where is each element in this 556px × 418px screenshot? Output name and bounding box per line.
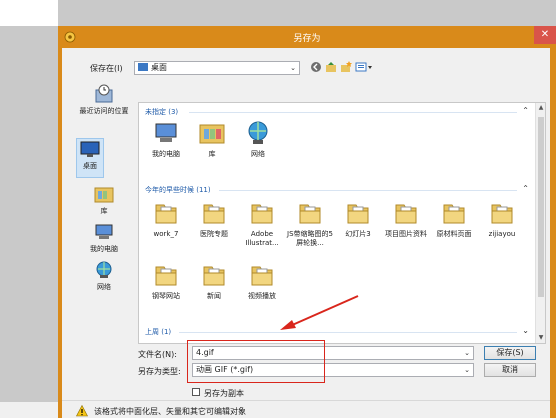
scroll-down-icon[interactable]: ▼	[536, 333, 545, 343]
save-as-dialog: 另存为 ✕ 保存在(I) 桌面 ⌄ 最近访问的位置 桌面 库 我的电脑 网络 未…	[58, 26, 556, 418]
group-header-this-year[interactable]: 今年的早些时候 (11) ⌃	[145, 184, 529, 195]
list-item[interactable]: JS带缩略图的5屏轮换...	[287, 199, 333, 248]
chevron-down-icon[interactable]: ⌄	[464, 347, 470, 359]
save-copy-label: 另存为副本	[204, 389, 244, 398]
folder-icon	[296, 199, 324, 227]
item-label: 医院专题	[200, 230, 228, 238]
group-divider	[189, 112, 517, 113]
warning-icon	[76, 405, 88, 417]
item-label: zijiayou	[488, 230, 516, 238]
list-item[interactable]: 原材料页面	[431, 199, 477, 239]
title-bar[interactable]: 另存为 ✕	[58, 26, 556, 48]
list-item[interactable]: 我的电脑	[143, 119, 189, 159]
place-label: 我的电脑	[90, 245, 118, 253]
filename-label: 文件名(N):	[138, 350, 177, 359]
list-item[interactable]: 钢琴网站	[143, 261, 189, 301]
vertical-scrollbar[interactable]: ▲ ▼	[535, 103, 545, 343]
place-label: 库	[100, 207, 108, 215]
item-label: 网络	[251, 150, 265, 158]
library-icon	[198, 119, 226, 147]
close-button[interactable]: ✕	[534, 26, 556, 44]
network-icon	[244, 119, 272, 147]
chevron-up-icon[interactable]: ⌃	[522, 184, 529, 193]
item-label: 原材料页面	[436, 230, 472, 238]
chevron-down-icon: ⌄	[290, 64, 296, 72]
save-copy-checkbox[interactable]	[192, 388, 200, 396]
group-header-label: 今年的早些时候 (11)	[145, 186, 211, 194]
place-network[interactable]: 网络	[74, 260, 134, 294]
list-item[interactable]: 库	[189, 119, 235, 159]
annotation-arrow	[280, 295, 359, 330]
list-item[interactable]: Adobe Illustrat...	[239, 199, 285, 248]
computer-icon	[93, 222, 115, 242]
folder-icon	[248, 261, 276, 289]
folder-icon	[152, 261, 180, 289]
chevron-up-icon[interactable]: ⌃	[522, 106, 529, 115]
place-recent[interactable]: 最近访问的位置	[74, 84, 134, 134]
location-combobox[interactable]: 桌面 ⌄	[134, 61, 300, 75]
recent-icon	[93, 84, 115, 104]
item-label: 幻灯片3	[345, 230, 371, 238]
up-folder-icon[interactable]	[325, 61, 337, 73]
library-icon	[93, 184, 115, 204]
save-in-label: 保存在(I)	[90, 64, 123, 73]
dialog-title: 另存为	[293, 34, 321, 44]
item-label: 新闻	[207, 292, 221, 300]
chevron-down-icon[interactable]: ⌄	[464, 364, 470, 376]
list-item[interactable]: 项目图片资料	[383, 199, 429, 239]
list-item[interactable]: 医院专题	[191, 199, 237, 239]
place-library[interactable]: 库	[74, 184, 134, 218]
save-button[interactable]: 保存(S)	[484, 346, 536, 360]
item-label: JS带缩略图的5屏轮换...	[287, 230, 333, 247]
list-item[interactable]: zijiayou	[479, 199, 525, 239]
item-label: 库	[208, 150, 216, 158]
chevron-down-icon[interactable]: ⌄	[522, 326, 529, 335]
group-header-label: 未指定 (3)	[145, 108, 179, 116]
folder-icon	[200, 261, 228, 289]
computer-icon	[152, 119, 180, 147]
view-menu-icon[interactable]	[355, 61, 375, 73]
list-item[interactable]: 幻灯片3	[335, 199, 381, 239]
folder-icon	[248, 199, 276, 227]
scroll-thumb[interactable]	[538, 117, 544, 297]
item-label: 项目图片资料	[385, 230, 427, 238]
group-header-label: 上周 (1)	[145, 328, 172, 336]
place-computer[interactable]: 我的电脑	[74, 222, 134, 256]
info-bar: 该格式将中面化层、矢量和其它可编辑对象	[62, 400, 550, 418]
list-item[interactable]: 网络	[235, 119, 281, 159]
location-value: 桌面	[151, 63, 167, 72]
scroll-up-icon[interactable]: ▲	[536, 103, 545, 113]
folder-icon	[392, 199, 420, 227]
item-label: Adobe Illustrat...	[245, 230, 279, 247]
folder-icon	[200, 199, 228, 227]
folder-icon	[152, 199, 180, 227]
group-divider	[219, 190, 517, 191]
folder-icon	[344, 199, 372, 227]
group-header-unspecified[interactable]: 未指定 (3) ⌃	[145, 106, 529, 117]
list-item[interactable]: 新闻	[191, 261, 237, 301]
info-message: 该格式将中面化层、矢量和其它可编辑对象	[94, 407, 246, 416]
folder-icon	[138, 63, 148, 71]
background-corner	[0, 0, 58, 26]
desktop-icon	[79, 139, 101, 159]
folder-icon	[440, 199, 468, 227]
place-label: 网络	[97, 283, 111, 291]
folder-icon	[488, 199, 516, 227]
place-label: 最近访问的位置	[79, 107, 129, 115]
dialog-client: 保存在(I) 桌面 ⌄ 最近访问的位置 桌面 库 我的电脑 网络 未指定 (3)…	[62, 48, 550, 418]
filetype-label: 另存为类型:	[138, 367, 181, 376]
item-label: work_7	[153, 230, 179, 238]
network-icon	[93, 260, 115, 280]
list-item[interactable]: work_7	[143, 199, 189, 239]
place-desktop[interactable]: 桌面	[76, 138, 104, 178]
back-icon[interactable]	[310, 61, 322, 73]
cancel-button[interactable]: 取消	[484, 363, 536, 377]
place-label: 桌面	[83, 162, 97, 170]
item-label: 钢琴网站	[152, 292, 180, 300]
new-folder-icon[interactable]	[340, 61, 352, 73]
annotation-box	[187, 340, 325, 383]
background-bottom	[0, 402, 60, 418]
item-label: 我的电脑	[152, 150, 180, 158]
